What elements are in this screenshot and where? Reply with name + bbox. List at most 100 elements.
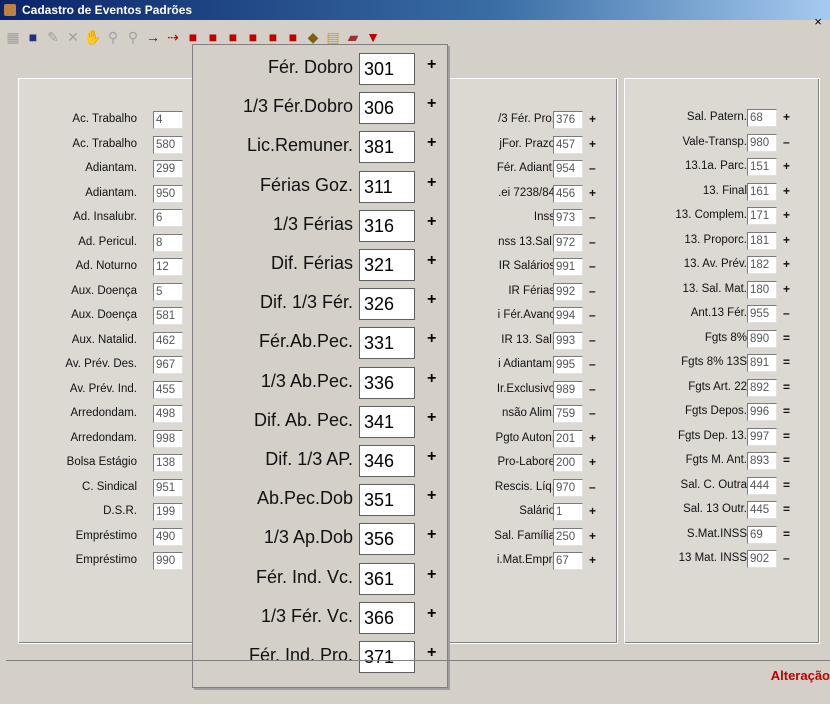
popup-event-code-field[interactable]: 381 bbox=[359, 131, 415, 164]
event-code-field[interactable]: 171 bbox=[747, 207, 777, 225]
event-code-field[interactable]: 950 bbox=[153, 184, 183, 203]
popup-event-code-field[interactable]: 326 bbox=[359, 288, 415, 321]
event-code-field[interactable]: 161 bbox=[747, 182, 777, 201]
arrow-red-icon[interactable]: ⇢ bbox=[164, 28, 182, 46]
event-code-field[interactable]: 69 bbox=[747, 525, 777, 544]
event-code-field[interactable]: 299 bbox=[153, 160, 183, 178]
event-code-field[interactable]: 201 bbox=[553, 429, 583, 448]
find-icon[interactable]: ⚲ bbox=[124, 28, 142, 46]
event-code-field[interactable]: 182 bbox=[747, 256, 777, 274]
event-code-field[interactable]: 250 bbox=[553, 527, 583, 546]
event-code-field[interactable]: 891 bbox=[747, 354, 777, 372]
event-code-field[interactable]: 8 bbox=[153, 233, 183, 252]
event-code-field[interactable]: 890 bbox=[747, 329, 777, 348]
event-code-field[interactable]: 199 bbox=[153, 503, 183, 521]
popup-event-sign: + bbox=[427, 448, 437, 465]
status-bar: Alteração bbox=[0, 660, 830, 704]
event-code-field[interactable]: 990 bbox=[153, 552, 183, 570]
event-code-field[interactable]: 68 bbox=[747, 109, 777, 127]
event-code-field[interactable]: 457 bbox=[553, 135, 583, 154]
delete-icon[interactable]: ✕ bbox=[64, 28, 82, 46]
popup-event-code-field[interactable]: 361 bbox=[359, 562, 415, 595]
event-code-field[interactable]: 5 bbox=[153, 282, 183, 301]
popup-event-code-field[interactable]: 321 bbox=[359, 249, 415, 281]
event-code-field[interactable]: 462 bbox=[153, 331, 183, 350]
event-code-field[interactable]: 151 bbox=[747, 158, 777, 176]
event-code-field[interactable]: 989 bbox=[553, 380, 583, 399]
event-label: Bolsa Estágio bbox=[66, 456, 137, 468]
event-code-field[interactable]: 967 bbox=[153, 356, 183, 374]
event-code-field[interactable]: 445 bbox=[747, 501, 777, 519]
event-code-field[interactable]: 580 bbox=[153, 135, 183, 154]
event-code-field[interactable]: 376 bbox=[553, 111, 583, 129]
event-code-field[interactable]: 444 bbox=[747, 476, 777, 495]
event-code-field[interactable]: 6 bbox=[153, 209, 183, 227]
popup-event-code-field[interactable]: 301 bbox=[359, 53, 415, 85]
event-code-field[interactable]: 456 bbox=[553, 184, 583, 203]
event-code-field[interactable]: 973 bbox=[553, 209, 583, 227]
event-code-field[interactable]: 970 bbox=[553, 478, 583, 497]
edit-icon[interactable]: ✎ bbox=[44, 28, 62, 46]
cancel-icon[interactable]: ✋ bbox=[84, 28, 102, 46]
event-row: Pgto Auton. 201 + bbox=[441, 429, 617, 448]
event-row: 13. Av. Prév. 182 + bbox=[625, 256, 819, 274]
event-code-field[interactable]: 994 bbox=[553, 307, 583, 325]
event-code-field[interactable]: 991 bbox=[553, 258, 583, 276]
event-code-field[interactable]: 997 bbox=[747, 427, 777, 446]
event-code-field[interactable]: 992 bbox=[553, 282, 583, 301]
arrow-right-icon[interactable]: → bbox=[144, 28, 162, 46]
event-label: Fgts Dep. 13. bbox=[677, 429, 747, 442]
event-code-field[interactable]: 498 bbox=[153, 405, 183, 423]
popup-event-code-field[interactable]: 356 bbox=[359, 523, 415, 556]
status-divider bbox=[6, 660, 830, 661]
event-code-field[interactable]: 1 bbox=[553, 503, 583, 521]
popup-event-row: Fér. Ind. Vc. 361 + bbox=[193, 562, 447, 595]
event-sign: + bbox=[589, 185, 597, 200]
event-row: Fgts Art. 22 892 = bbox=[625, 378, 819, 397]
event-code-field[interactable]: 995 bbox=[553, 356, 583, 374]
event-sign: – bbox=[589, 381, 596, 396]
event-code-field[interactable]: 67 bbox=[553, 552, 583, 570]
event-code-field[interactable]: 759 bbox=[553, 405, 583, 423]
event-row: nsão Alim. 759– bbox=[441, 405, 617, 423]
event-code-field[interactable]: 455 bbox=[153, 380, 183, 399]
event-code-field[interactable]: 181 bbox=[747, 231, 777, 250]
popup-event-code-field[interactable]: 306 bbox=[359, 92, 415, 125]
grid-icon[interactable]: ▦ bbox=[4, 28, 22, 46]
event-code-field[interactable]: 200 bbox=[553, 454, 583, 472]
event-row: Sal. Família 250 + bbox=[441, 527, 617, 546]
event-label: nsão Alim. bbox=[501, 407, 555, 419]
popup-event-code-field[interactable]: 351 bbox=[359, 484, 415, 517]
event-code-field[interactable]: 993 bbox=[553, 331, 583, 350]
event-code-field[interactable]: 581 bbox=[153, 307, 183, 325]
event-code-field[interactable]: 951 bbox=[153, 478, 183, 497]
popup-event-code-field[interactable]: 341 bbox=[359, 405, 415, 438]
search-icon[interactable]: ⚲ bbox=[104, 28, 122, 46]
popup-event-label: Fér.Ab.Pec. bbox=[258, 331, 353, 352]
event-code-field[interactable]: 980 bbox=[747, 133, 777, 152]
event-sign: – bbox=[589, 406, 596, 420]
event-code-field[interactable]: 893 bbox=[747, 452, 777, 470]
popup-event-code-field[interactable]: 336 bbox=[359, 366, 415, 399]
event-code-field[interactable]: 892 bbox=[747, 378, 777, 397]
event-code-field[interactable]: 490 bbox=[153, 527, 183, 546]
event-label: Ir.Exclusivo bbox=[496, 382, 555, 395]
popup-event-code-field[interactable]: 311 bbox=[359, 170, 415, 203]
event-code-field[interactable]: 998 bbox=[153, 429, 183, 448]
event-code-field[interactable]: 996 bbox=[747, 403, 777, 421]
event-code-field[interactable]: 954 bbox=[553, 160, 583, 178]
save-icon[interactable]: ■ bbox=[24, 28, 42, 46]
event-code-field[interactable]: 972 bbox=[553, 233, 583, 252]
event-code-field[interactable]: 4 bbox=[153, 111, 183, 129]
popup-event-code-field[interactable]: 331 bbox=[359, 327, 415, 360]
event-code-field[interactable]: 955 bbox=[747, 305, 777, 323]
event-code-field[interactable]: 180 bbox=[747, 280, 777, 299]
event-sign: = bbox=[783, 379, 791, 394]
event-label: Vale-Transp. bbox=[682, 135, 747, 148]
event-code-field[interactable]: 138 bbox=[153, 454, 183, 472]
event-code-field[interactable]: 902 bbox=[747, 550, 777, 568]
popup-event-code-field[interactable]: 316 bbox=[359, 209, 415, 242]
popup-event-code-field[interactable]: 346 bbox=[359, 445, 415, 477]
event-code-field[interactable]: 12 bbox=[153, 258, 183, 276]
popup-event-code-field[interactable]: 366 bbox=[359, 601, 415, 634]
